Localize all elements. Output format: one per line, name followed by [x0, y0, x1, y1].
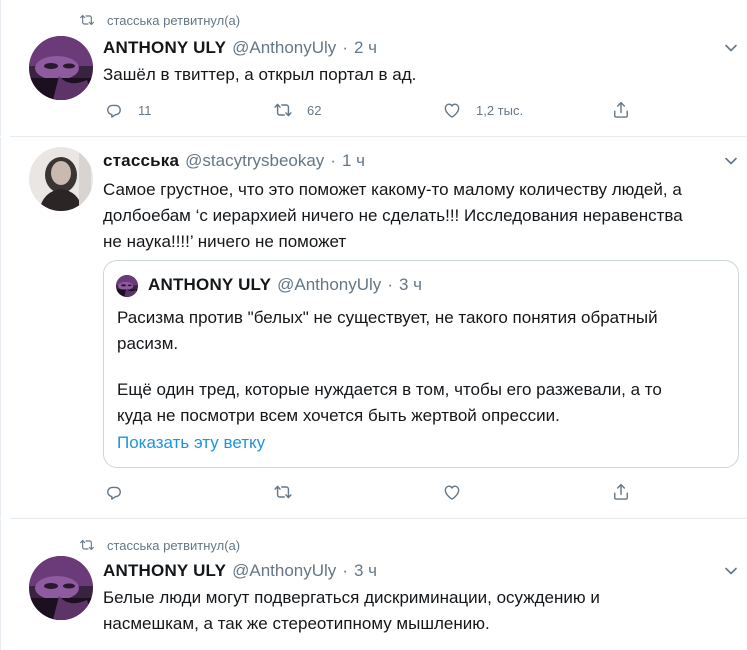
tweet-3[interactable]: стасська ретвитнул(а) ANTHONY ULY @Antho… — [0, 519, 747, 650]
like-icon — [442, 482, 462, 502]
quoted-text-line: расизм. — [117, 334, 179, 353]
author-handle[interactable]: @AnthonyUly — [232, 38, 336, 58]
quoted-header: ANTHONY ULY @AnthonyUly · 3 ч — [148, 275, 422, 295]
tweet-header: ANTHONY ULY @AnthonyUly · 2 ч — [103, 38, 377, 58]
share-button[interactable] — [611, 100, 631, 120]
tweet-text-line: долбоебам ‘с иерархией ничего не сделать… — [103, 206, 683, 225]
separator: · — [342, 38, 348, 57]
timestamp[interactable]: 1 ч — [342, 151, 365, 171]
quoted-text-line: куда не посмотри всем хочется быть жертв… — [117, 406, 560, 425]
separator: · — [330, 151, 336, 170]
quoted-text: Расизма против "белых" не существует, не… — [117, 305, 717, 357]
tweet-1[interactable]: стасська ретвитнул(а) ANTHONY ULY @Antho… — [0, 0, 747, 136]
retweet-context: стасська ретвитнул(а) — [79, 537, 240, 553]
reply-icon — [104, 482, 124, 502]
retweet-icon — [79, 537, 95, 553]
tweet-header: ANTHONY ULY @AnthonyUly · 3 ч — [103, 561, 377, 581]
author-name[interactable]: стасська — [103, 151, 179, 171]
show-thread-link[interactable]: Показать эту ветку — [117, 433, 265, 453]
tweet-text: Белые люди могут подвергаться дискримина… — [103, 585, 723, 637]
quoted-tweet[interactable]: ANTHONY ULY @AnthonyUly · 3 ч Расизма пр… — [103, 260, 739, 468]
tweet-text-line: Зашёл в твиттер, а открыл портал в ад. — [103, 65, 417, 84]
avatar[interactable] — [29, 36, 93, 100]
share-icon — [611, 100, 631, 120]
author-name[interactable]: ANTHONY ULY — [103, 561, 226, 581]
quoted-text-line: Ещё один тред, которые нуждается в том, … — [117, 380, 662, 399]
like-icon — [442, 100, 462, 120]
quoted-author-name: ANTHONY ULY — [148, 275, 272, 294]
retweet-button[interactable] — [273, 482, 293, 502]
like-button[interactable] — [442, 482, 462, 502]
separator: · — [342, 561, 348, 580]
caret-down-icon[interactable] — [723, 563, 739, 579]
tweet-text-line: не наука!!!!’ ничего не поможет — [103, 232, 347, 251]
retweet-icon — [273, 100, 293, 120]
retweet-context-label: стасська ретвитнул(а) — [107, 12, 241, 28]
quoted-avatar — [116, 275, 138, 297]
like-button[interactable]: 1,2 тыс. — [442, 100, 523, 120]
quoted-author-handle: @AnthonyUly — [277, 275, 382, 294]
timestamp[interactable]: 3 ч — [354, 561, 377, 581]
quoted-text: Ещё один тред, которые нуждается в том, … — [117, 377, 717, 429]
tweet-text-line: Самое грустное, что это поможет какому-т… — [103, 180, 682, 199]
tweet-2[interactable]: стасська @stacytrysbeokay · 1 ч Самое гр… — [0, 137, 747, 518]
retweet-icon — [79, 12, 95, 28]
quoted-text-line: Расизма против "белых" не существует, не… — [117, 308, 658, 327]
tweet-text-line: насмешкам, а так же стереотипному мышлен… — [103, 614, 490, 633]
reply-icon — [104, 100, 124, 120]
separator: · — [387, 275, 393, 294]
avatar[interactable] — [29, 556, 93, 620]
retweet-button[interactable]: 62 — [273, 100, 321, 120]
caret-down-icon[interactable] — [723, 153, 739, 169]
tweet-header: стасська @stacytrysbeokay · 1 ч — [103, 151, 365, 171]
like-count: 1,2 тыс. — [476, 102, 524, 118]
tweet-text-line: Белые люди могут подвергаться дискримина… — [103, 588, 600, 607]
share-button[interactable] — [611, 482, 631, 502]
caret-down-icon[interactable] — [723, 40, 739, 56]
quoted-timestamp: 3 ч — [398, 275, 423, 294]
tweet-text: Самое грустное, что это поможет какому-т… — [103, 177, 743, 255]
reply-count: 11 — [138, 102, 152, 118]
retweet-count: 62 — [307, 102, 322, 118]
tweet-text: Зашёл в твиттер, а открыл портал в ад. — [103, 62, 723, 88]
retweet-icon — [273, 482, 293, 502]
share-icon — [611, 482, 631, 502]
retweet-context-label: стасська ретвитнул(а) — [107, 537, 241, 553]
avatar[interactable] — [29, 147, 93, 211]
retweet-context: стасська ретвитнул(а) — [79, 12, 240, 28]
reply-button[interactable] — [104, 482, 124, 502]
author-handle[interactable]: @AnthonyUly — [232, 561, 336, 581]
author-handle[interactable]: @stacytrysbeokay — [185, 151, 324, 171]
timestamp[interactable]: 2 ч — [354, 38, 377, 58]
author-name[interactable]: ANTHONY ULY — [103, 38, 226, 58]
reply-button[interactable]: 11 — [104, 100, 152, 120]
